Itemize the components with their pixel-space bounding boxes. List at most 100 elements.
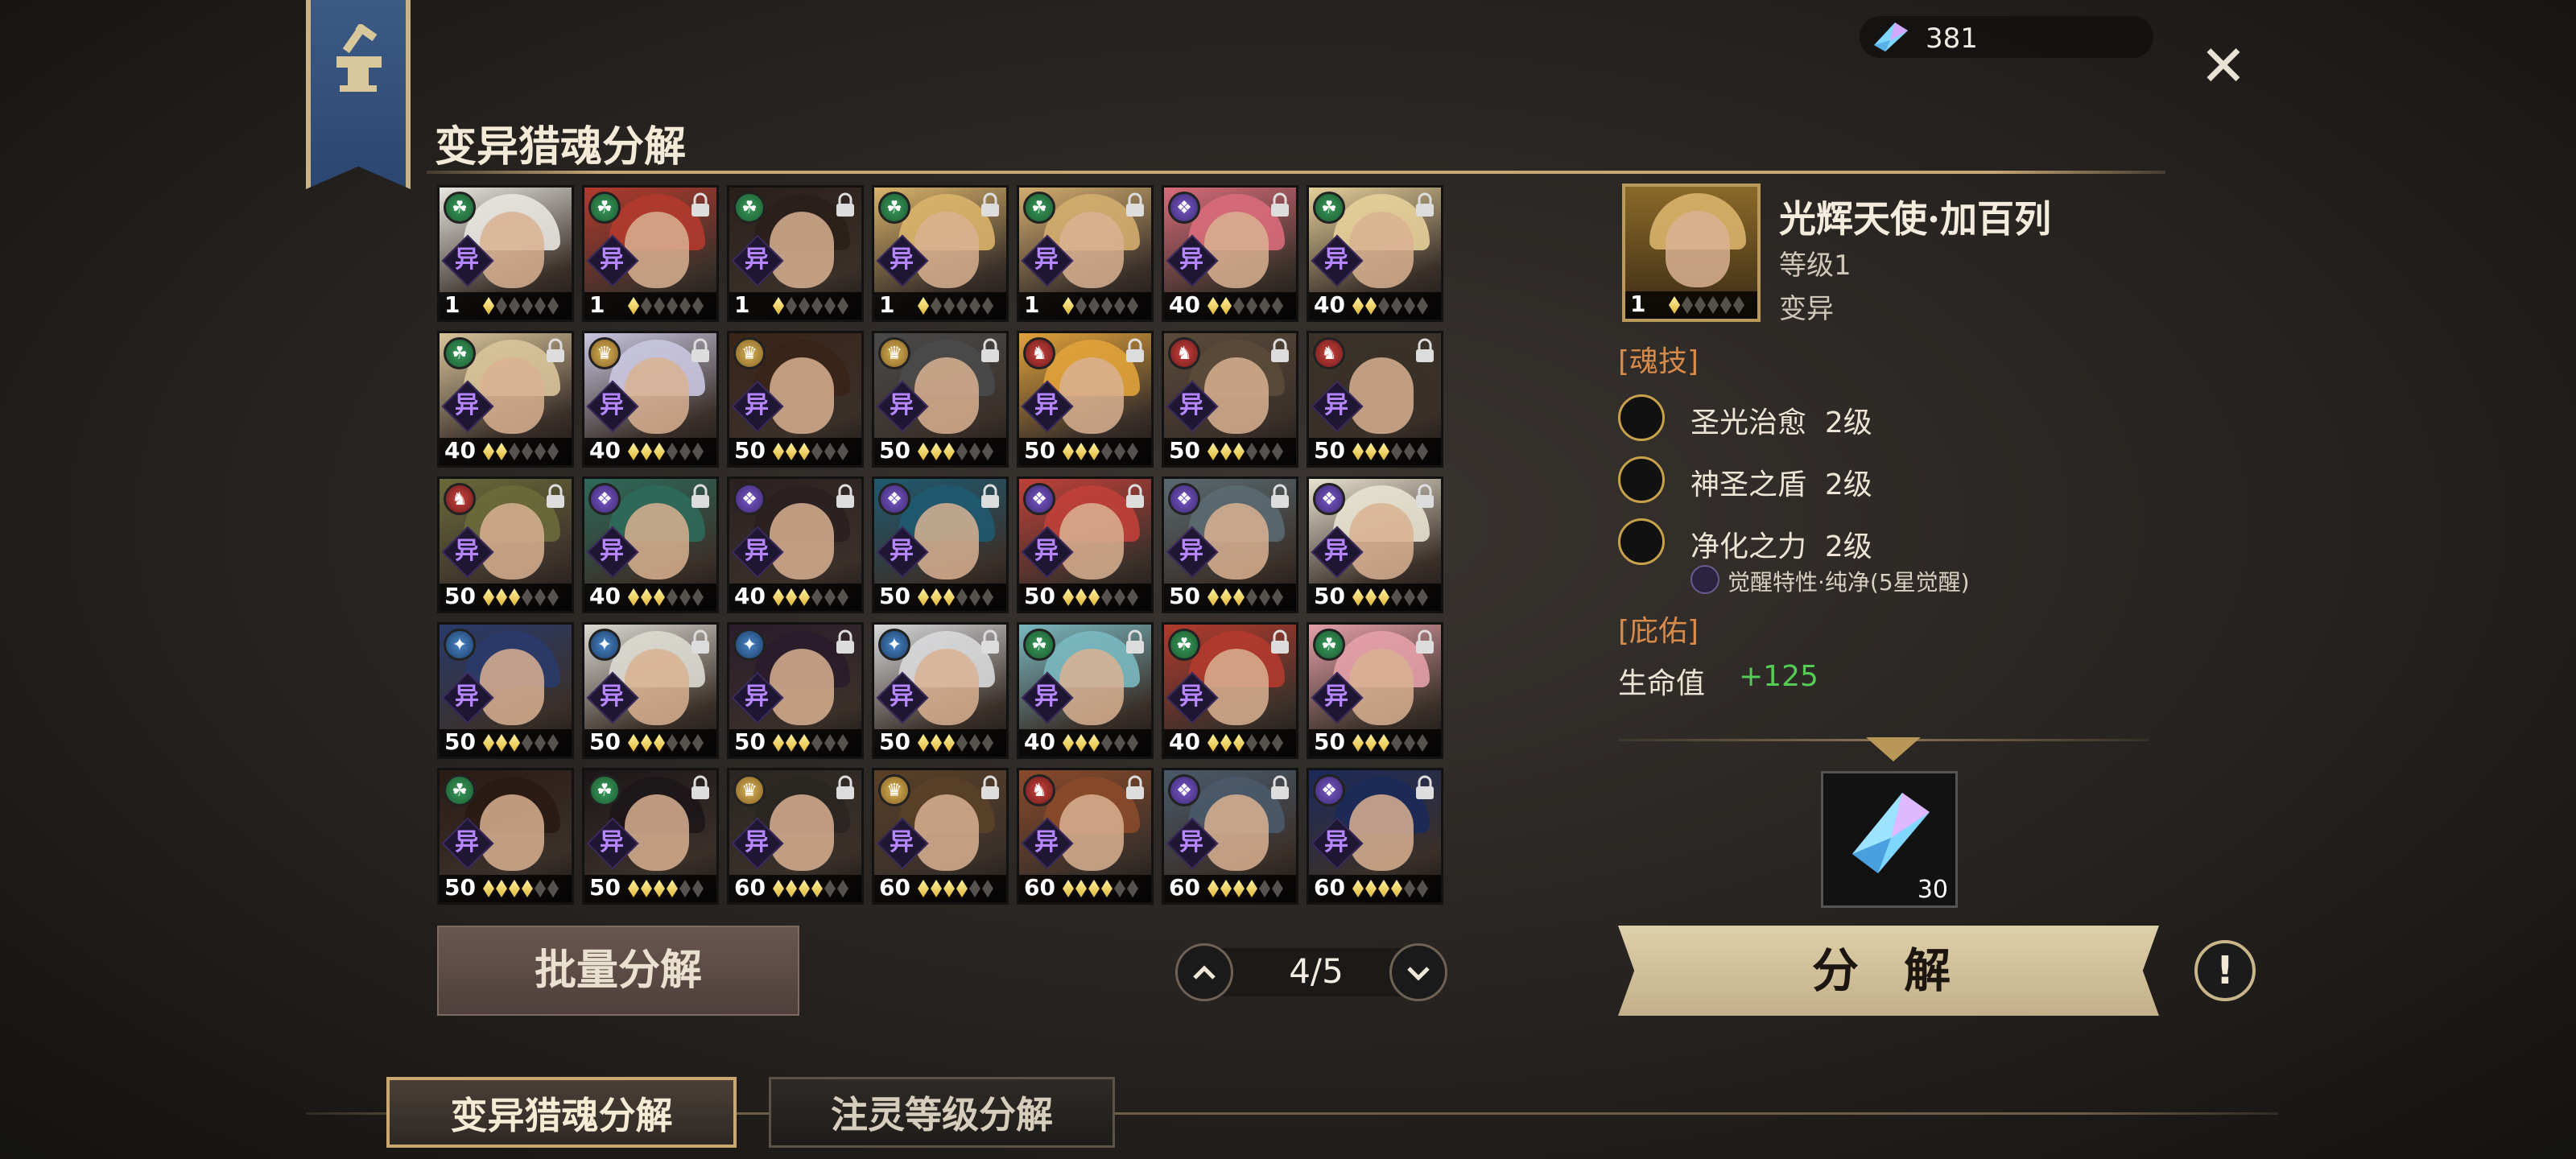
star-filled-icon (1063, 880, 1074, 897)
card-level: 1 (1024, 291, 1040, 318)
hero-card[interactable]: ❖ 异 60 (1162, 768, 1298, 905)
card-level: 40 (589, 583, 621, 609)
star-filled-icon (1101, 880, 1113, 897)
card-level: 50 (589, 728, 621, 755)
close-button[interactable]: ✕ (2198, 38, 2249, 94)
hero-card[interactable]: ♞ 异 50 (1162, 331, 1298, 468)
hero-card[interactable]: ☘ 异 50 (437, 768, 574, 905)
hero-card[interactable]: ☘ 异 40 (437, 331, 574, 468)
star-empty-icon (547, 588, 559, 606)
hero-card[interactable]: ♞ 异 60 (1017, 768, 1154, 905)
star-empty-icon (1391, 297, 1402, 315)
star-empty-icon (1101, 734, 1113, 752)
tab-infusion-decompose[interactable]: 注灵等级分解 (769, 1077, 1115, 1148)
hero-card[interactable]: ❖ 异 60 (1307, 768, 1443, 905)
star-empty-icon (811, 443, 823, 460)
star-filled-icon (1208, 588, 1219, 606)
hero-card[interactable]: ♞ 异 50 (1017, 331, 1154, 468)
hero-card[interactable]: ☘ 异 40 (1307, 185, 1443, 322)
lock-icon (691, 192, 709, 217)
star-empty-icon (786, 297, 797, 315)
info-button[interactable]: ! (2194, 940, 2256, 1001)
star-filled-icon (654, 443, 665, 460)
tab-mutation-decompose[interactable]: 变异猎魂分解 (386, 1077, 737, 1148)
stat-label: 生命值 (1618, 667, 1706, 700)
card-stars (1208, 880, 1283, 897)
decompose-button[interactable]: 分 解 (1618, 926, 2159, 1016)
star-empty-icon (1259, 588, 1270, 606)
hero-card[interactable]: ♛ 异 60 (727, 768, 864, 905)
hero-card[interactable]: ☘ 异 1 (582, 185, 719, 322)
hero-card[interactable]: ☘ 异 1 (727, 185, 864, 322)
batch-decompose-button[interactable]: 批量分解 (437, 926, 799, 1016)
card-stars (1352, 588, 1428, 606)
anvil-icon (336, 24, 382, 92)
faction-gold-icon: ♛ (878, 337, 910, 369)
hero-card[interactable]: ☘ 异 1 (437, 185, 574, 322)
card-stars (1063, 880, 1138, 897)
star-filled-icon (1063, 443, 1074, 460)
hero-card[interactable]: ❖ 异 40 (582, 476, 719, 613)
hero-level: 等级1 (1779, 250, 1852, 282)
hero-card[interactable]: ☘ 异 1 (872, 185, 1009, 322)
skill-name: 神圣之盾 2级 (1690, 468, 1872, 501)
star-empty-icon (969, 297, 980, 315)
card-stars (918, 443, 993, 460)
mutation-tag-label: 异 (1179, 683, 1203, 711)
star-empty-icon (824, 297, 836, 315)
hero-card[interactable]: ✦ 异 50 (727, 622, 864, 759)
card-level: 50 (444, 583, 476, 609)
faction-green-icon: ☘ (1168, 629, 1200, 661)
hero-card[interactable]: ❖ 异 40 (727, 476, 864, 613)
star-empty-icon (679, 443, 691, 460)
mutation-tag-label: 异 (745, 683, 769, 711)
hero-card[interactable]: ☘ 异 50 (582, 768, 719, 905)
card-level: 50 (1169, 437, 1200, 464)
hero-card[interactable]: ♞ 异 50 (1307, 331, 1443, 468)
star-empty-icon (1101, 588, 1113, 606)
hero-card[interactable]: ☘ 异 40 (1162, 622, 1298, 759)
star-filled-icon (931, 443, 942, 460)
hero-card[interactable]: ☘ 异 40 (1017, 622, 1154, 759)
star-empty-icon (956, 588, 968, 606)
hero-card[interactable]: ☘ 异 50 (1307, 622, 1443, 759)
star-empty-icon (969, 443, 980, 460)
star-filled-icon (1669, 296, 1680, 314)
faction-red-icon: ♞ (1168, 337, 1200, 369)
hero-card[interactable]: ♛ 异 50 (872, 331, 1009, 468)
star-filled-icon (654, 880, 665, 897)
hero-card[interactable]: ❖ 异 50 (1162, 476, 1298, 613)
hero-face (625, 503, 689, 580)
hero-card[interactable]: ✦ 异 50 (872, 622, 1009, 759)
card-stars (773, 443, 848, 460)
page-up-button[interactable] (1175, 943, 1233, 1001)
star-empty-icon (969, 880, 980, 897)
star-empty-icon (982, 588, 993, 606)
hero-card[interactable]: ♞ 异 50 (437, 476, 574, 613)
star-filled-icon (943, 734, 955, 752)
star-filled-icon (786, 734, 797, 752)
star-filled-icon (496, 443, 507, 460)
star-filled-icon (943, 443, 955, 460)
star-empty-icon (692, 588, 704, 606)
star-filled-icon (799, 880, 810, 897)
star-empty-icon (1233, 297, 1245, 315)
star-empty-icon (535, 734, 546, 752)
star-empty-icon (654, 297, 665, 315)
page-down-button[interactable] (1389, 943, 1447, 1001)
hero-card[interactable]: ♛ 异 40 (582, 331, 719, 468)
star-empty-icon (982, 880, 993, 897)
star-empty-icon (1707, 296, 1719, 314)
hero-card[interactable]: ❖ 异 40 (1162, 185, 1298, 322)
card-stars (1208, 588, 1283, 606)
hero-card[interactable]: ♛ 异 60 (872, 768, 1009, 905)
hero-card[interactable]: ❖ 异 50 (872, 476, 1009, 613)
hero-card[interactable]: ☘ 异 1 (1017, 185, 1154, 322)
hero-card[interactable]: ❖ 异 50 (1307, 476, 1443, 613)
hero-card[interactable]: ✦ 异 50 (437, 622, 574, 759)
hero-card[interactable]: ✦ 异 50 (582, 622, 719, 759)
star-empty-icon (1127, 297, 1138, 315)
star-empty-icon (1404, 588, 1415, 606)
hero-card[interactable]: ❖ 异 50 (1017, 476, 1154, 613)
hero-card[interactable]: ♛ 异 50 (727, 331, 864, 468)
